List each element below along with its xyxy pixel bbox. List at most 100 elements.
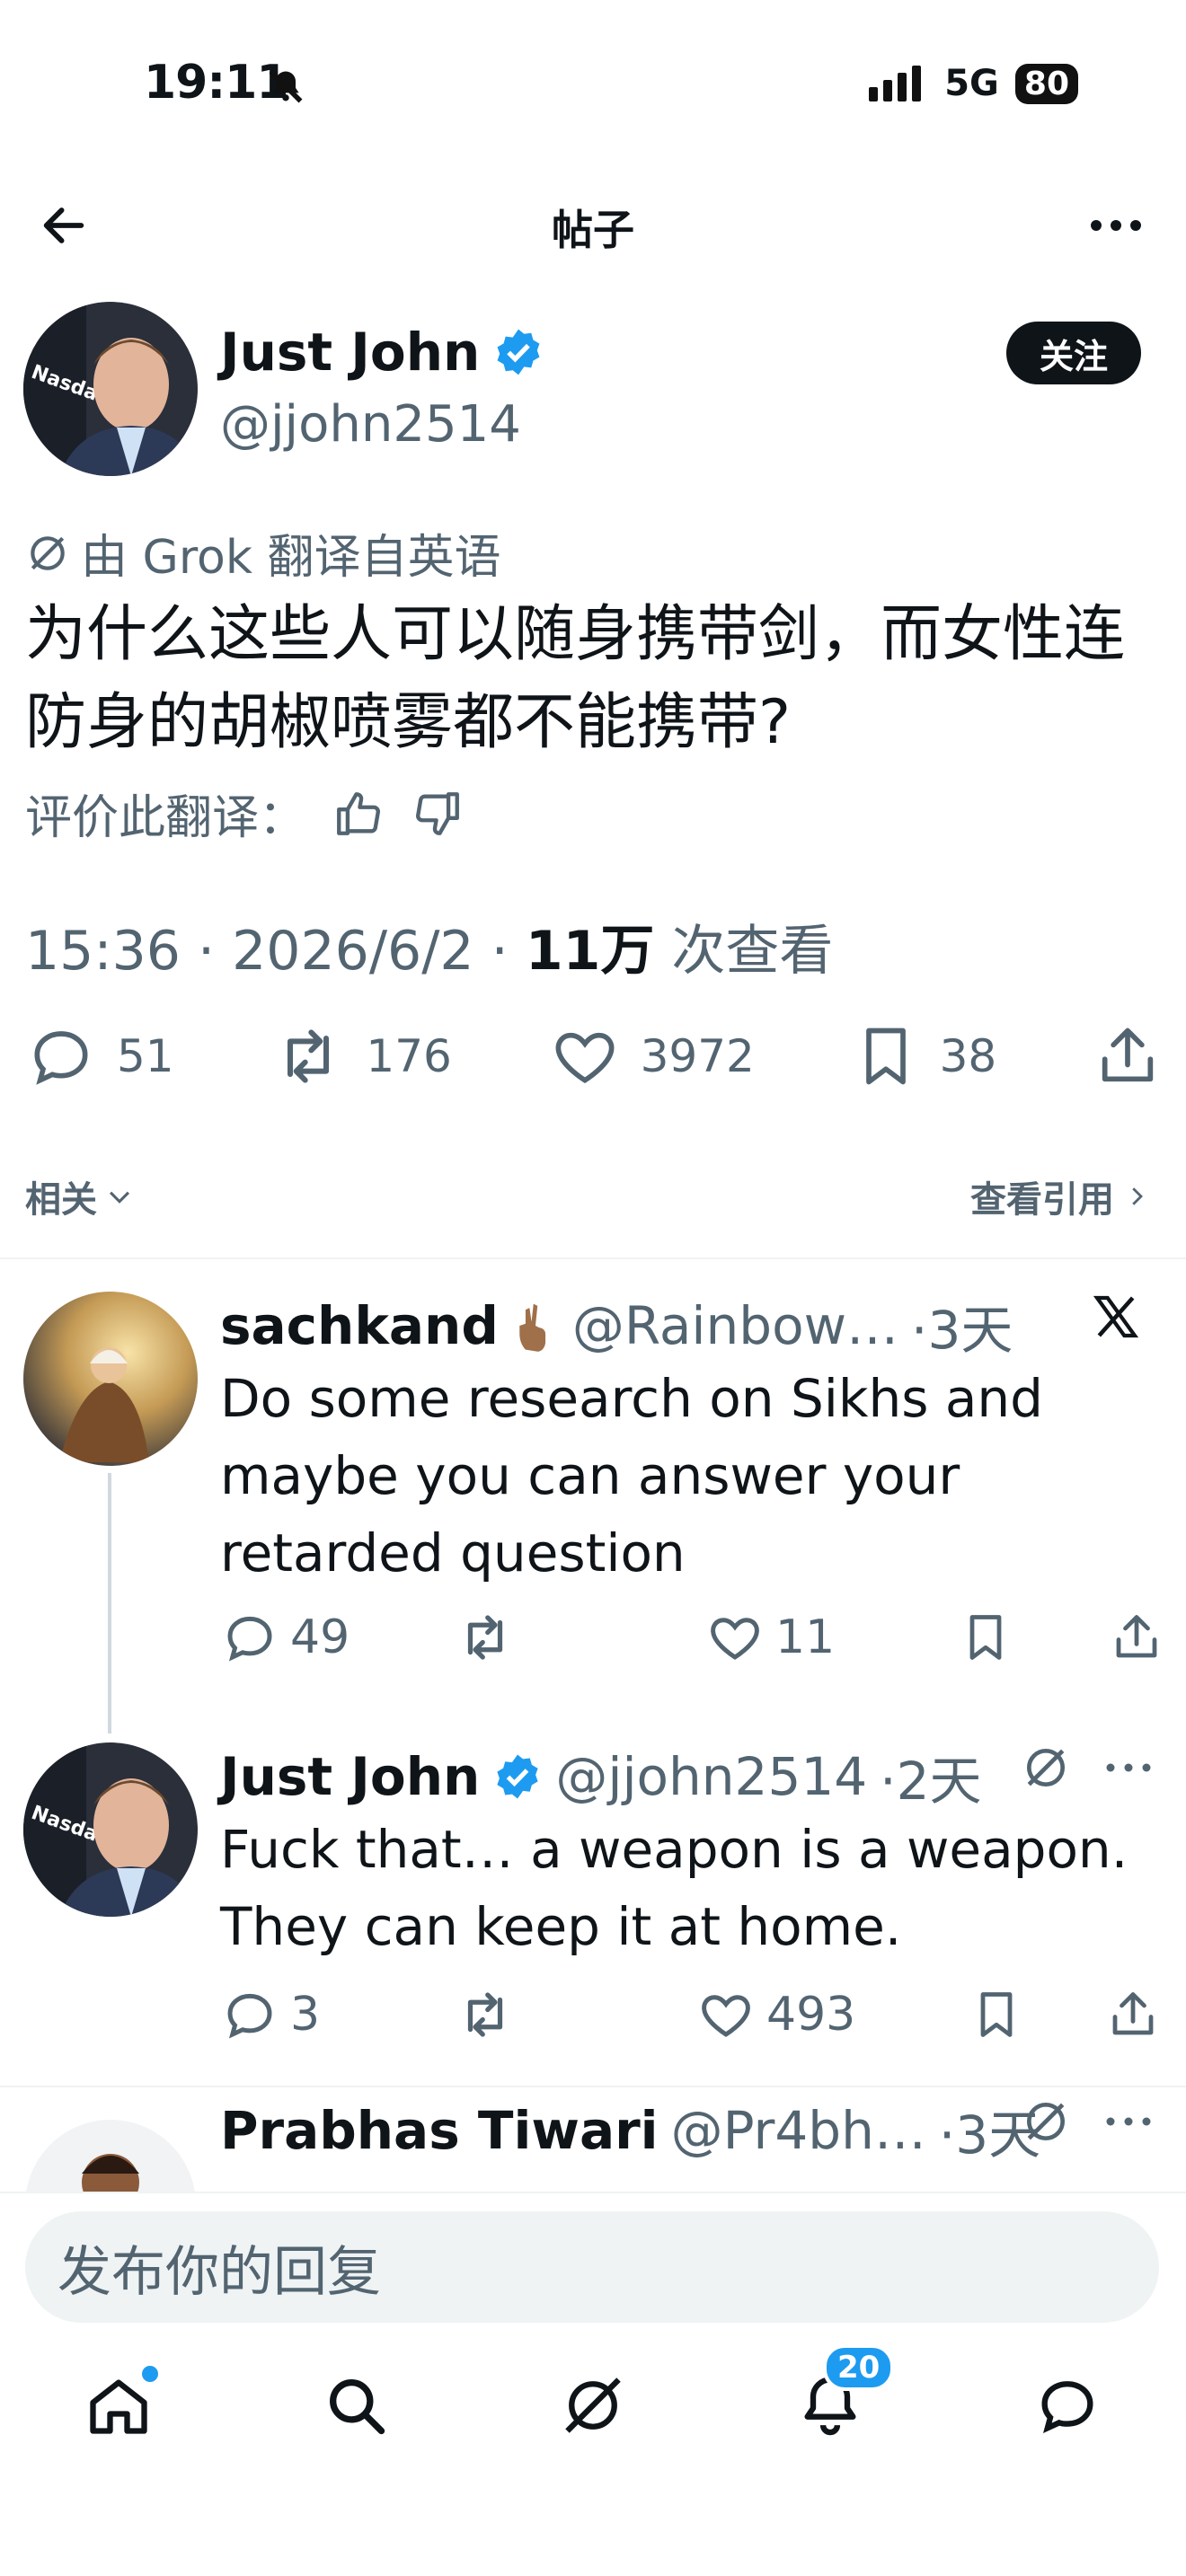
notification-badge: 20 (823, 2344, 895, 2391)
bookmark-button[interactable]: 38 (852, 1020, 997, 1092)
reply-avatar[interactable] (25, 2120, 196, 2192)
reply-author-name[interactable]: Prabhas Tiwari (220, 2100, 659, 2161)
reply-share-button[interactable] (1106, 1985, 1160, 2044)
repost-icon (288, 1029, 330, 1083)
post-time: 15:36 · 2026/6/2 · (25, 920, 526, 983)
verified-badge-icon (497, 329, 540, 375)
reply-icon (227, 1993, 272, 2039)
like-button[interactable]: 3972 (549, 1020, 755, 1092)
grok-icon (565, 2378, 621, 2433)
grok-icon[interactable] (1021, 1742, 1071, 1793)
share-icon (1112, 1992, 1154, 2035)
reply-button[interactable]: 51 (25, 1020, 174, 1092)
reply-like-count: 493 (766, 1988, 856, 2042)
repost-icon (467, 1992, 503, 2037)
reply-repost-button[interactable] (454, 1608, 705, 1667)
grok-icon (31, 535, 65, 570)
mute-bell-icon (266, 66, 305, 106)
reply-author-handle[interactable]: @Rainbow… (572, 1295, 898, 1356)
nav-notifications[interactable]: 20 (796, 2344, 895, 2439)
reply-like-button[interactable]: 11 (705, 1608, 959, 1667)
reply-text: Do some research on Sikhs and maybe you … (220, 1368, 1043, 1584)
reply-author-handle[interactable]: @jjohn2514 (555, 1746, 867, 1807)
more-options-icon[interactable] (1105, 2113, 1152, 2130)
reply-time: ·2天 (880, 1751, 982, 1812)
reply-like-button[interactable]: 493 (696, 1985, 969, 2044)
share-icon (1102, 1028, 1154, 1082)
more-options-icon[interactable] (1089, 203, 1143, 248)
page-title: 帖子 (552, 206, 634, 254)
message-icon (1041, 2381, 1093, 2434)
post-meta: 15:36 · 2026/6/2 · 11万 次查看 (25, 907, 833, 985)
reply-reply-count: 3 (290, 1988, 321, 2042)
reply-bookmark-button[interactable] (969, 1985, 1106, 2044)
bookmark-count: 38 (939, 1030, 997, 1082)
share-button[interactable] (1093, 1020, 1162, 1092)
reply-time: ·3天 (911, 1300, 1013, 1361)
author-handle[interactable]: @jjohn2514 (220, 395, 521, 454)
reply-reply-count: 49 (290, 1610, 350, 1664)
post-text: 为什么这些人可以随身携带剑，而女性连防身的胡椒喷雾都不能携带? (25, 599, 1126, 758)
reply-author-handle[interactable]: @Pr4bh… (671, 2100, 926, 2161)
reply-share-button[interactable] (1110, 1608, 1164, 1667)
reply-actions: 49 11 (220, 1608, 1164, 1667)
reply-count: 51 (117, 1030, 174, 1082)
reply-input[interactable]: 发布你的回复 (25, 2211, 1159, 2323)
translated-label: 由 Grok 翻译自英语 (81, 531, 501, 585)
reply-like-count: 11 (775, 1610, 836, 1664)
reply-actions: 3 493 (220, 1985, 1164, 2044)
thumbs-up-icon[interactable] (332, 788, 385, 840)
battery-indicator: 80 (1014, 63, 1078, 104)
reply-bookmark-button[interactable] (959, 1608, 1110, 1667)
reply-reply-button[interactable]: 3 (220, 1985, 454, 2044)
heart-icon (702, 1995, 750, 2037)
heart-icon (555, 1032, 614, 1083)
reply-text: Fuck that… a weapon is a weapon. They ca… (220, 1819, 1128, 1957)
views-label: 次查看 (654, 920, 834, 983)
sort-related-dropdown[interactable]: 相关 (25, 1170, 135, 1222)
reply-author-name[interactable]: sachkand (220, 1295, 499, 1356)
x-logo-icon (1091, 1292, 1141, 1342)
home-unread-dot (142, 2366, 158, 2382)
reply-icon (227, 1616, 272, 1662)
verified-badge-icon (497, 1754, 538, 1799)
follow-button[interactable]: 关注 (1006, 322, 1141, 384)
repost-button[interactable]: 176 (270, 1020, 452, 1092)
signal-icon (869, 66, 922, 101)
crossed-fingers-icon (519, 1303, 545, 1352)
post-actions: 51 176 3972 38 (25, 1020, 1162, 1092)
rate-translation: 评价此翻译： (25, 780, 464, 847)
author-name[interactable]: Just John (220, 322, 544, 383)
nav-search[interactable] (322, 2371, 390, 2439)
nav-home[interactable] (84, 2366, 158, 2439)
more-options-icon[interactable] (1105, 1759, 1152, 1777)
bookmark-icon (969, 1615, 1002, 1660)
reply-avatar[interactable]: Nasdaq (23, 1742, 198, 1917)
network-type: 5G (944, 63, 999, 104)
like-count: 3972 (640, 1030, 755, 1082)
translated-by-grok: 由 Grok 翻译自英语 (25, 519, 501, 587)
chevron-down-icon (109, 1191, 130, 1204)
divider (0, 2192, 1186, 2193)
reply-reply-button[interactable]: 49 (220, 1608, 454, 1667)
reply-repost-button[interactable] (454, 1985, 696, 2044)
nav-messages[interactable] (1033, 2371, 1102, 2439)
bookmark-icon (980, 1992, 1013, 2037)
nav-grok[interactable] (559, 2371, 627, 2439)
reply-icon (34, 1031, 88, 1085)
reply-header: Prabhas Tiwari @Pr4bh… ·3天 (220, 2093, 1040, 2168)
home-icon (90, 2379, 147, 2434)
reply-avatar[interactable] (23, 1292, 198, 1466)
author-name-text: Just John (220, 322, 481, 383)
view-count: 11万 (525, 920, 655, 983)
repost-count: 176 (366, 1030, 452, 1082)
share-icon (1116, 1615, 1157, 1658)
view-quotes-link[interactable]: 查看引用 (970, 1170, 1150, 1222)
thumbs-down-icon[interactable] (412, 788, 464, 840)
reply-author-name[interactable]: Just John (220, 1746, 480, 1807)
grok-icon[interactable] (1021, 2096, 1071, 2147)
author-avatar[interactable]: Nasdaq (23, 302, 198, 476)
sort-label: 相关 (25, 1179, 97, 1221)
search-icon (330, 2379, 385, 2435)
reply-header: Just John @jjohn2514 ·2天 (220, 1739, 982, 1814)
